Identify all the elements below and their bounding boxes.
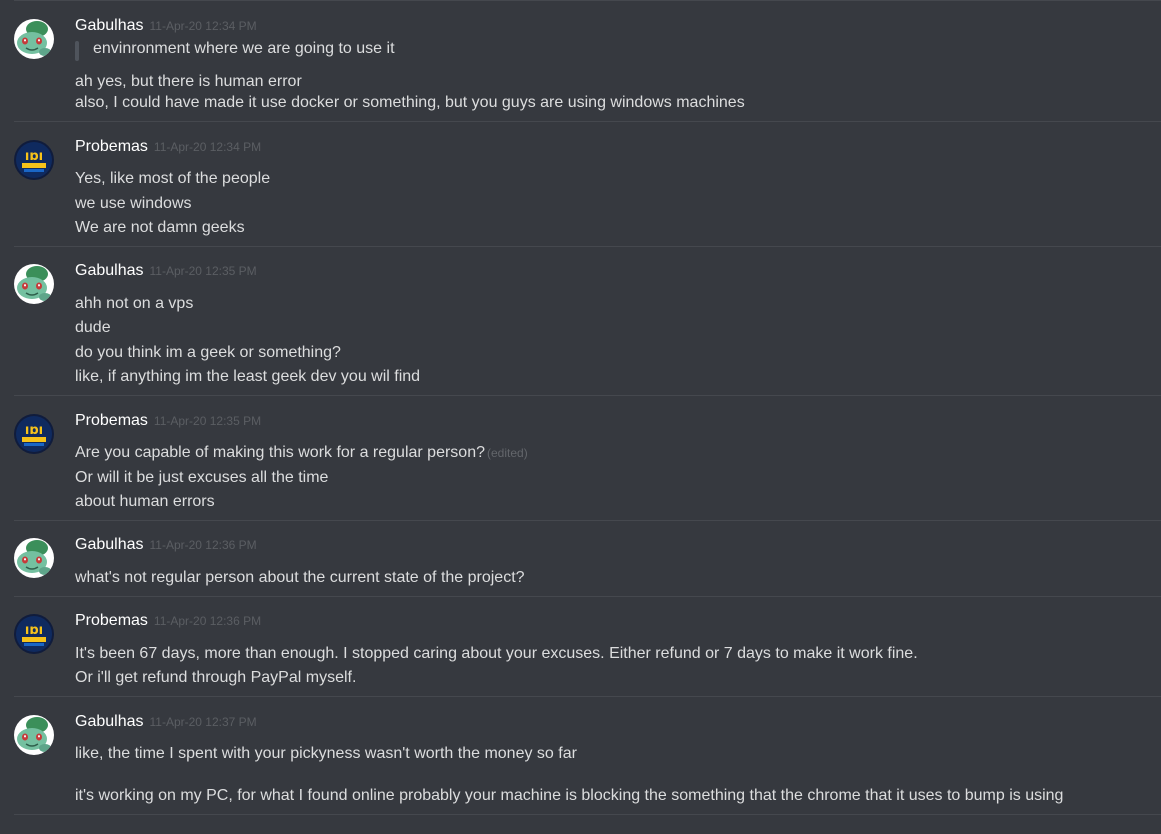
message-divider [14,696,1161,697]
message-line: it's working on my PC, for what I found … [75,787,1063,805]
message-line: Or will it be just excuses all the time [75,469,328,487]
message-header: Gabulhas 11-Apr-20 12:34 PM [75,17,257,35]
probemas-logo-avatar[interactable]: ıɒı [14,140,54,180]
probemas-logo-avatar[interactable]: ıɒı [14,414,54,454]
message-line: do you think im a geek or something? [75,344,341,362]
message-text: Are you capable of making this work for … [75,444,485,461]
message-divider [14,121,1161,122]
timestamp: 11-Apr-20 12:34 PM [149,19,257,33]
message-line: also, I could have made it use docker or… [75,94,745,112]
chat-log: Gabulhas 11-Apr-20 12:34 PM envinronment w… [0,0,1161,834]
message-line: Yes, like most of the people [75,170,270,188]
message-header: Probemas 11-Apr-20 12:34 PM [75,138,261,156]
message-line: It's been 67 days, more than enough. I s… [75,645,918,663]
message-line: Are you capable of making this work for … [75,444,528,462]
message-header: Gabulhas 11-Apr-20 12:37 PM [75,713,257,731]
message-divider [14,596,1161,597]
timestamp: 11-Apr-20 12:35 PM [149,264,257,278]
timestamp: 11-Apr-20 12:34 PM [153,140,262,154]
message-text: also, I could have made it use docker or… [75,94,745,111]
timestamp: 11-Apr-20 12:35 PM [153,414,262,428]
username[interactable]: Gabulhas [75,536,144,553]
edited-label: (edited) [487,446,528,460]
message-text: dude [75,319,111,336]
bulbasaur-avatar[interactable] [14,538,54,578]
bulbasaur-avatar[interactable] [14,715,54,755]
timestamp: 11-Apr-20 12:36 PM [153,614,262,628]
message-header: Probemas 11-Apr-20 12:35 PM [75,412,261,430]
message-text: Or will it be just excuses all the time [75,469,329,486]
top-divider [14,0,1161,1]
message-text: what's not regular person about the curr… [75,569,525,586]
username[interactable]: Gabulhas [75,17,144,34]
timestamp: 11-Apr-20 12:36 PM [149,538,257,552]
message-line: about human errors [75,493,215,511]
svg-text:ıɒı: ıɒı [25,149,43,164]
message-divider [14,395,1161,396]
message-text: we use windows [75,195,192,212]
message-text: Or i'll get refund through PayPal myself… [75,669,357,686]
username[interactable]: Probemas [75,138,148,155]
message-text: like, if anything im the least geek dev … [75,368,421,385]
bulbasaur-avatar[interactable] [14,19,54,59]
message-text: ah yes, but there is human error [75,73,302,90]
message-line: like, if anything im the least geek dev … [75,368,420,386]
username[interactable]: Probemas [75,612,148,629]
message-text: do you think im a geek or something? [75,344,341,361]
quote-bar [75,41,79,61]
message-divider [14,246,1161,247]
message-text: about human errors [75,493,215,510]
svg-text:ıɒı: ıɒı [25,623,43,638]
bulbasaur-avatar[interactable] [14,264,54,304]
quoted-text: envinronment where we are going to use i… [93,40,395,57]
message-line: dude [75,319,111,337]
message-text: We are not damn geeks [75,219,245,236]
username[interactable]: Probemas [75,412,148,429]
username[interactable]: Gabulhas [75,713,144,730]
message-text: like, the time I spent with your pickyne… [75,745,577,762]
message-divider [14,520,1161,521]
message-line: we use windows [75,195,192,213]
message-header: Probemas 11-Apr-20 12:36 PM [75,612,261,630]
message-divider [14,814,1161,815]
message-line: We are not damn geeks [75,219,245,237]
message-header: Gabulhas 11-Apr-20 12:36 PM [75,536,257,554]
message-line: Or i'll get refund through PayPal myself… [75,669,356,687]
message-text: Yes, like most of the people [75,170,271,187]
message-line: ah yes, but there is human error [75,73,302,91]
message-line: like, the time I spent with your pickyne… [75,745,577,763]
timestamp: 11-Apr-20 12:37 PM [149,715,257,729]
username[interactable]: Gabulhas [75,262,144,279]
svg-text:ıɒı: ıɒı [25,423,43,438]
message-text: ahh not on a vps [75,295,194,312]
message-line: ahh not on a vps [75,295,193,313]
message-text: It's been 67 days, more than enough. I s… [75,645,918,662]
message-header: Gabulhas 11-Apr-20 12:35 PM [75,262,257,280]
message-text: it's working on my PC, for what I found … [75,787,1064,804]
probemas-logo-avatar[interactable]: ıɒı [14,614,54,654]
message-line: what's not regular person about the curr… [75,569,525,587]
